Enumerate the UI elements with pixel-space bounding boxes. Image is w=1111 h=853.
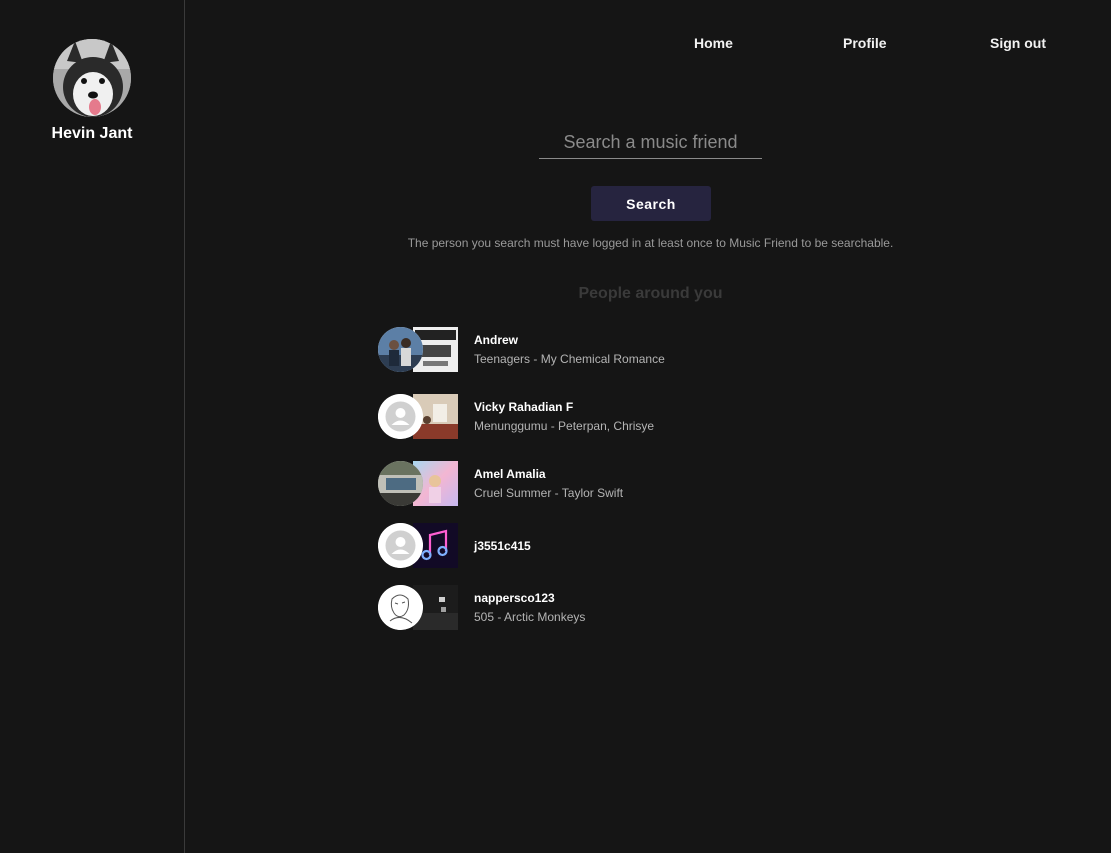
default-user-icon: [378, 394, 423, 439]
sketch-avatar: [378, 585, 423, 630]
friend-song: Menunggumu - Peterpan, Chrisye: [474, 419, 655, 433]
friend-row-vicky[interactable]: Vicky Rahadian F Menunggumu - Peterpan, …: [378, 394, 778, 440]
nav-profile-link[interactable]: Profile: [843, 35, 887, 51]
search-input[interactable]: [539, 127, 762, 159]
sidebar: Hevin Jant: [0, 0, 185, 853]
search-helper-text: The person you search must have logged i…: [407, 236, 894, 250]
friend-name: Andrew: [474, 333, 519, 347]
friend-row-j3551c415[interactable]: j3551c415: [378, 523, 778, 569]
friend-song: Cruel Summer - Taylor Swift: [474, 486, 624, 500]
search-button[interactable]: Search: [591, 186, 711, 221]
friend-name: nappersco123: [474, 591, 555, 605]
nav-home-link[interactable]: Home: [694, 35, 733, 51]
default-user-icon: [378, 523, 423, 568]
photo-avatar: [378, 461, 423, 506]
profile-name: Hevin Jant: [51, 125, 133, 142]
friend-row-amel[interactable]: Amel Amalia Cruel Summer - Taylor Swift: [378, 461, 778, 507]
photo-avatar: [378, 327, 423, 372]
friend-row-nappersco123[interactable]: nappersco123 505 - Arctic Monkeys: [378, 585, 778, 631]
friend-name: Vicky Rahadian F: [474, 400, 574, 414]
people-section-title: People around you: [578, 285, 723, 302]
friend-song: Teenagers - My Chemical Romance: [474, 352, 665, 366]
profile-avatar[interactable]: [53, 39, 131, 117]
friend-song: 505 - Arctic Monkeys: [474, 610, 586, 624]
friend-row-andrew[interactable]: Andrew Teenagers - My Chemical Romance: [378, 327, 778, 373]
friend-name: j3551c415: [474, 539, 531, 553]
nav-signout-link[interactable]: Sign out: [990, 35, 1046, 51]
friend-name: Amel Amalia: [474, 467, 546, 481]
